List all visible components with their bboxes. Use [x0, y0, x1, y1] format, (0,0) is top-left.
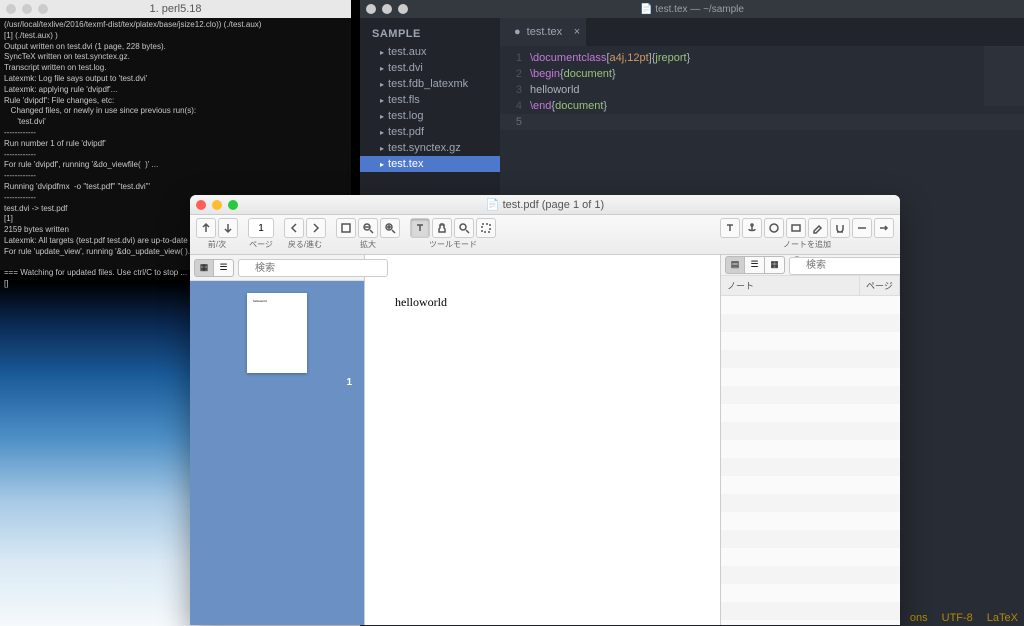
highlight-note-button[interactable] [808, 218, 828, 238]
circle-note-button[interactable] [764, 218, 784, 238]
thumbnail-search-input[interactable] [238, 259, 388, 277]
file-label: test.synctex.gz [388, 142, 461, 154]
gutter: 12345 [500, 50, 530, 130]
file-icon: ● [514, 26, 521, 38]
file-item-test-synctex-gz[interactable]: ▸ test.synctex.gz [360, 140, 500, 156]
status-bar: ons UTF-8 LaTeX [910, 612, 1018, 624]
prev-page-button[interactable] [196, 218, 216, 238]
notes-view-1-button[interactable]: ▤ [725, 256, 745, 274]
file-label: test.fls [388, 94, 420, 106]
file-label: test.dvi [388, 62, 423, 74]
rect-note-button[interactable] [786, 218, 806, 238]
file-icon: ▸ [380, 160, 384, 169]
thumbnail-mode-button[interactable]: ▦ [194, 259, 214, 277]
tab-label: test.tex [527, 26, 562, 38]
file-icon: ▸ [380, 64, 384, 73]
editor-titlebar[interactable]: 📄 test.tex — ~/sample [360, 0, 1024, 18]
terminal-titlebar[interactable]: 1. perl5.18 [0, 0, 351, 18]
file-icon: ▸ [380, 144, 384, 153]
file-item-test-dvi[interactable]: ▸ test.dvi [360, 60, 500, 76]
notes-panel: ▤ ☰ ▦ ノート ページ [720, 255, 900, 625]
next-page-button[interactable] [218, 218, 238, 238]
file-label: test.tex [388, 158, 423, 170]
notes-header: ノート ページ [721, 276, 900, 296]
forward-button[interactable] [306, 218, 326, 238]
text-note-button[interactable] [720, 218, 740, 238]
file-label: test.pdf [388, 126, 424, 138]
outline-mode-button[interactable]: ☰ [214, 259, 234, 277]
notes-list[interactable] [721, 296, 900, 626]
notes-col-note[interactable]: ノート [721, 276, 860, 295]
rendered-text: helloworld [395, 295, 690, 310]
thumbnail-list[interactable]: helloworld 1 [190, 281, 364, 625]
file-icon: ▸ [380, 80, 384, 89]
notes-search-input[interactable] [789, 257, 900, 275]
file-icon: ▸ [380, 48, 384, 57]
line-note-button[interactable] [874, 218, 894, 238]
close-tab-icon[interactable]: × [574, 26, 580, 38]
file-item-test-fls[interactable]: ▸ test.fls [360, 92, 500, 108]
scroll-tool-button[interactable] [432, 218, 452, 238]
code-editor[interactable]: 12345 \documentclass[a4j,12pt]{jreport} … [500, 46, 1024, 130]
file-item-test-log[interactable]: ▸ test.log [360, 108, 500, 124]
page-number-input[interactable] [248, 218, 274, 238]
file-label: test.fdb_latexmk [388, 78, 468, 90]
thumbnail-page-1[interactable]: helloworld [247, 293, 307, 373]
magnify-tool-button[interactable] [454, 218, 474, 238]
thumbnail-panel: ▦ ☰ helloworld 1 [190, 255, 365, 625]
file-item-test-aux[interactable]: ▸ test.aux [360, 44, 500, 60]
file-label: test.log [388, 110, 423, 122]
zoom-out-button[interactable] [358, 218, 378, 238]
back-button[interactable] [284, 218, 304, 238]
file-item-test-tex[interactable]: ▸ test.tex [360, 156, 500, 172]
minimap[interactable] [984, 46, 1024, 106]
terminal-title: 1. perl5.18 [0, 2, 351, 17]
select-tool-button[interactable] [476, 218, 496, 238]
strike-note-button[interactable] [852, 218, 872, 238]
tab-test-tex[interactable]: ● test.tex × [500, 18, 586, 46]
editor-title: 📄 test.tex — ~/sample [360, 4, 1024, 15]
pdf-viewer-window: 📄 test.pdf (page 1 of 1) 前/次 ページ 戻る/進む [190, 195, 900, 625]
underline-note-button[interactable] [830, 218, 850, 238]
file-icon: ▸ [380, 128, 384, 137]
zoom-fit-button[interactable] [336, 218, 356, 238]
notes-view-3-button[interactable]: ▦ [765, 256, 785, 274]
status-item[interactable]: ons [910, 612, 928, 624]
text-tool-button[interactable] [410, 218, 430, 238]
anchor-note-button[interactable] [742, 218, 762, 238]
project-name[interactable]: SAMPLE [360, 24, 500, 44]
file-item-test-pdf[interactable]: ▸ test.pdf [360, 124, 500, 140]
thumbnail-number: 1 [346, 377, 352, 388]
pdf-title: 📄 test.pdf (page 1 of 1) [190, 198, 900, 211]
notes-view-2-button[interactable]: ☰ [745, 256, 765, 274]
tab-bar: ● test.tex × [500, 18, 1024, 46]
file-item-test-fdb_latexmk[interactable]: ▸ test.fdb_latexmk [360, 76, 500, 92]
pdf-titlebar[interactable]: 📄 test.pdf (page 1 of 1) [190, 195, 900, 215]
zoom-in-button[interactable] [380, 218, 400, 238]
pdf-canvas[interactable]: helloworld [365, 255, 720, 625]
file-label: test.aux [388, 46, 427, 58]
file-icon: ▸ [380, 96, 384, 105]
file-icon: ▸ [380, 112, 384, 121]
status-grammar[interactable]: LaTeX [987, 612, 1018, 624]
status-encoding[interactable]: UTF-8 [942, 612, 973, 624]
notes-col-page[interactable]: ページ [860, 276, 900, 295]
pdf-toolbar: 前/次 ページ 戻る/進む 拡大 [190, 215, 900, 255]
